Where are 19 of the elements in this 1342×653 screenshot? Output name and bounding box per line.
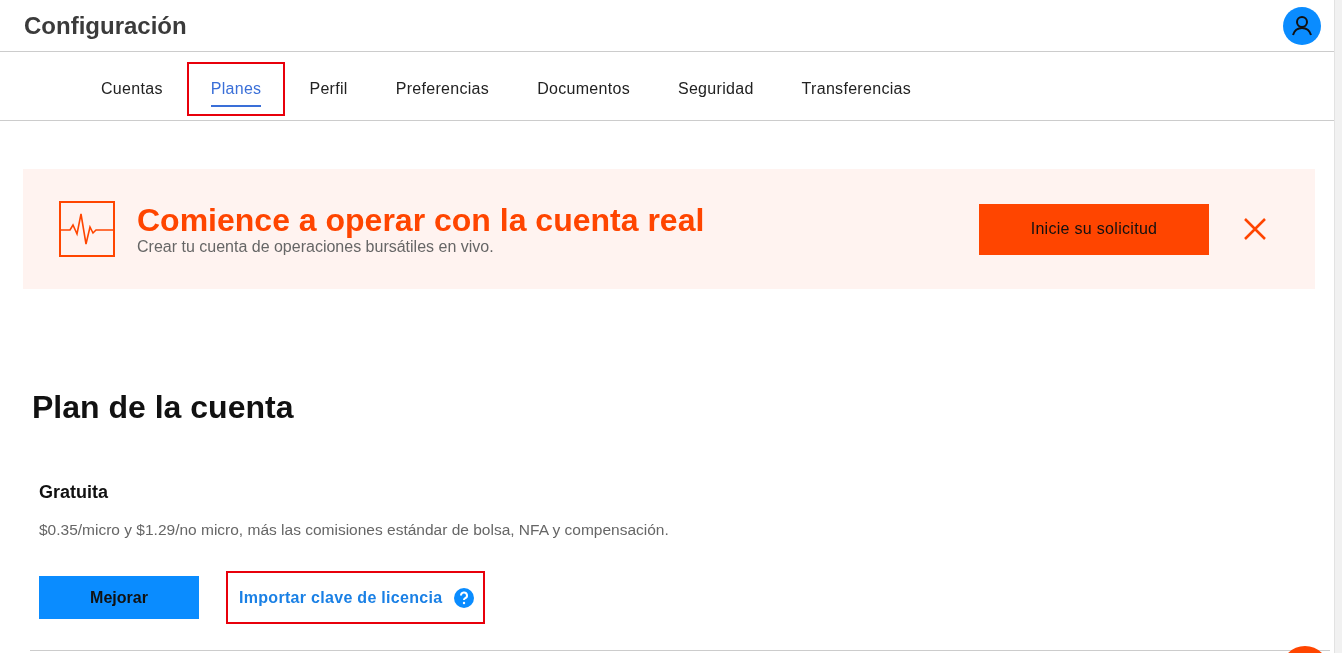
banner-title: Comience a operar con la cuenta real [137,202,706,238]
tab[interactable]: Seguridad [677,71,754,107]
help-icon[interactable] [454,587,475,608]
close-icon[interactable] [1244,218,1266,240]
tab[interactable]: Perfil [309,71,348,107]
user-avatar-icon[interactable] [1283,6,1321,45]
scrollbar[interactable] [1334,0,1342,653]
tab[interactable]: Cuentas [101,71,163,107]
heartbeat-icon [59,201,115,257]
tab[interactable]: Documentos [537,71,630,107]
upgrade-button[interactable]: Mejorar [39,576,199,619]
page-title: Configuración [24,11,187,40]
plan-description: $0.35/micro y $1.29/no micro, más las comisiones estándar de bolsa, NFA y compensación. [39,521,670,539]
banner-subtitle: Crear tu cuenta de operaciones bursátiles en vivo. [137,238,495,256]
tab[interactable]: Preferencias [395,71,490,107]
plan-name: Gratuita [39,482,109,503]
tab[interactable]: Transferencias [801,71,912,107]
apply-button[interactable]: Inicie su solicitud [979,203,1209,255]
section-heading: Plan de la cuenta [32,389,295,426]
